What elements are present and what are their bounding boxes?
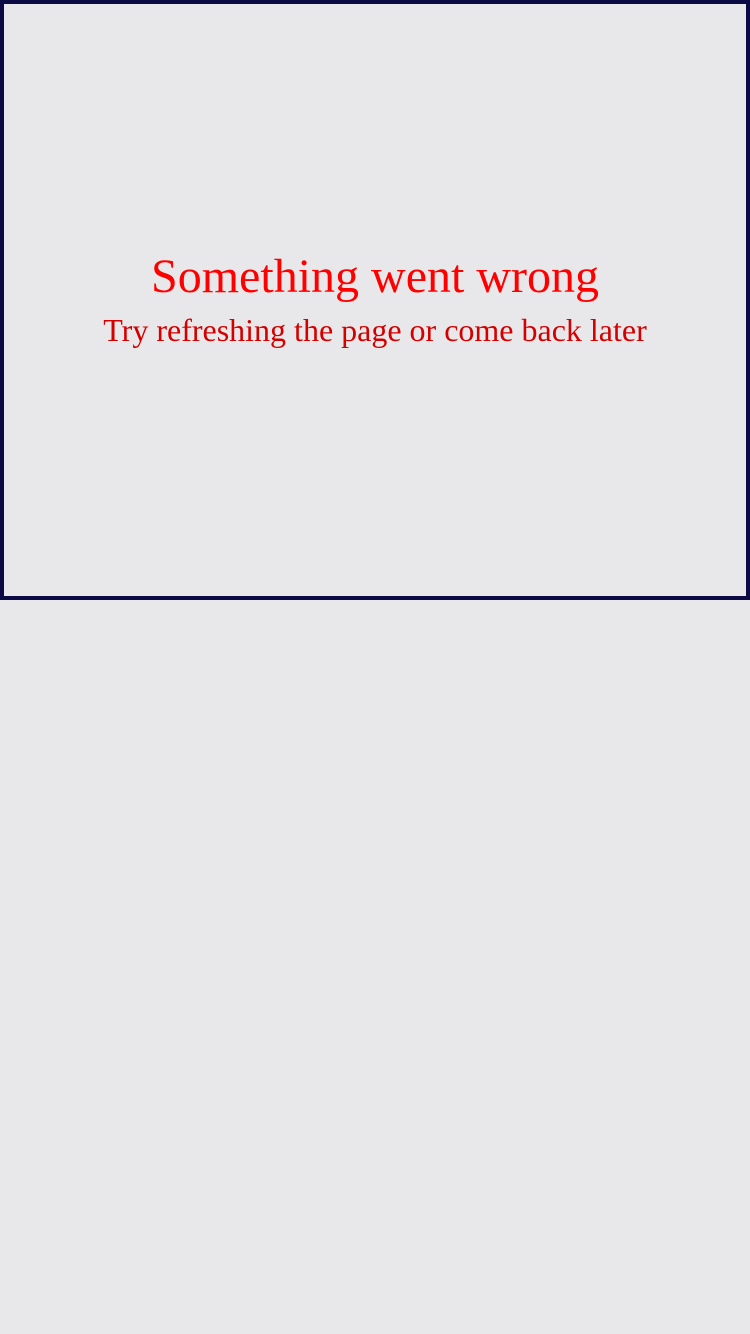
- error-panel: Something went wrong Try refreshing the …: [0, 0, 750, 600]
- error-message: Something went wrong Try refreshing the …: [4, 248, 746, 350]
- error-subtitle: Try refreshing the page or come back lat…: [103, 312, 647, 348]
- error-title: Something went wrong: [151, 250, 599, 303]
